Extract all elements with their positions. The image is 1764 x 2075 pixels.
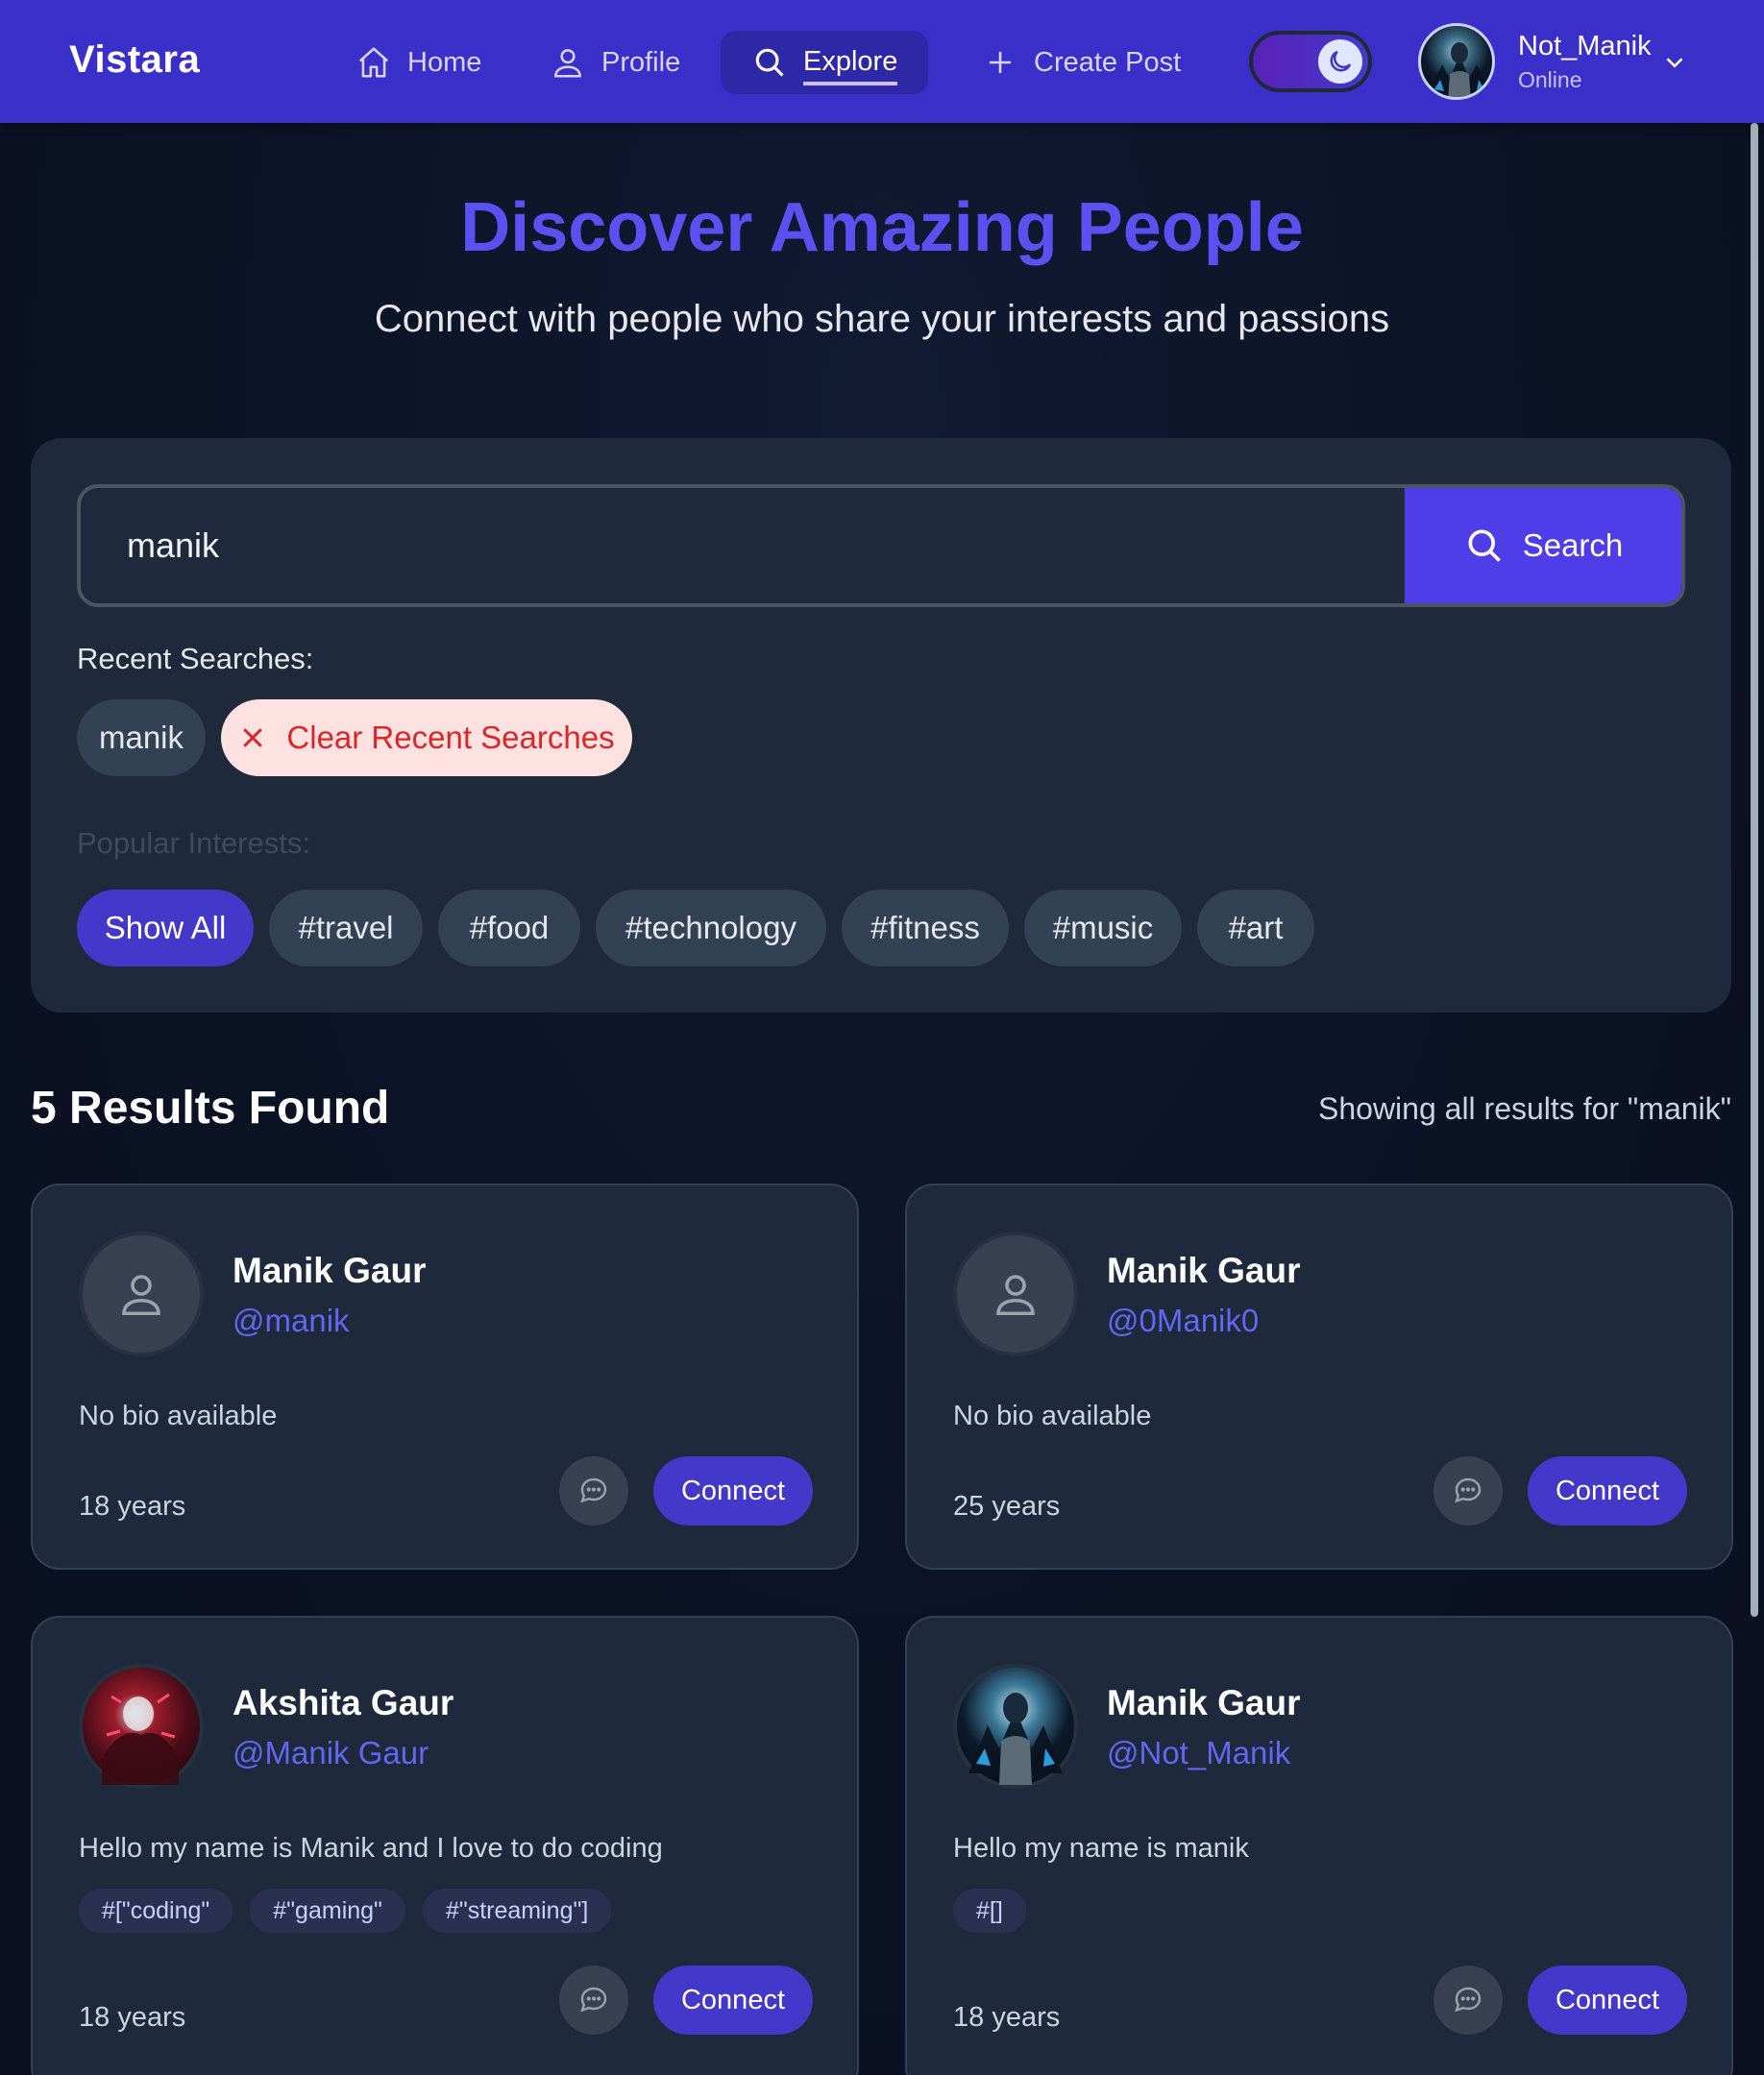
scrollbar[interactable]	[1751, 123, 1758, 1617]
user-avatar[interactable]	[1418, 23, 1495, 100]
avatar-photo	[102, 1693, 179, 1785]
user-name[interactable]: Not_Manik	[1518, 31, 1652, 62]
user-card[interactable]: Akshita Gaur @Manik Gaur Hello my name i…	[31, 1616, 859, 2075]
message-icon	[1455, 1987, 1482, 2013]
interest-chip-food[interactable]: #food	[438, 890, 580, 966]
user-avatar-image	[1429, 42, 1490, 97]
user-card-tags: #["coding" #"gaming" #"streaming"]	[79, 1889, 612, 1933]
user-card-name[interactable]: Manik Gaur	[1107, 1683, 1301, 1723]
user-card-name[interactable]: Akshita Gaur	[233, 1683, 453, 1723]
user-card-name[interactable]: Manik Gaur	[233, 1251, 427, 1291]
chevron-down-icon[interactable]	[1660, 48, 1689, 77]
user-card-age: 25 years	[953, 1491, 1061, 1522]
search-icon	[755, 48, 784, 77]
user-card[interactable]: Manik Gaur @0Manik0 No bio available 25 …	[905, 1184, 1733, 1570]
user-icon	[554, 49, 581, 78]
user-card[interactable]: Manik Gaur @manik No bio available 18 ye…	[31, 1184, 859, 1570]
home-icon	[358, 47, 389, 78]
avatar	[957, 1668, 1074, 1785]
interest-chip-travel[interactable]: #travel	[269, 890, 423, 966]
message-button[interactable]	[1433, 1965, 1503, 2035]
message-icon	[580, 1987, 607, 2013]
page-subtitle: Connect with people who share your inter…	[374, 298, 1390, 340]
results-note: Showing all results for "manik"	[1318, 1091, 1731, 1126]
avatar-photo	[968, 1693, 1063, 1785]
search-button-label: Search	[1522, 527, 1624, 563]
user-card-handle[interactable]: @manik	[233, 1303, 350, 1339]
search-icon	[1468, 529, 1501, 562]
nav-create-post-label: Create Post	[1034, 46, 1182, 78]
user-card[interactable]: Manik Gaur @Not_Manik Hello my name is m…	[905, 1616, 1733, 2075]
search-box: Search	[77, 484, 1685, 607]
moon-icon	[1330, 50, 1352, 72]
avatar	[957, 1235, 1074, 1353]
nav-home[interactable]: Home	[325, 31, 512, 94]
message-icon	[580, 1477, 607, 1503]
connect-button[interactable]: Connect	[1528, 1965, 1687, 2035]
connect-button[interactable]: Connect	[653, 1965, 813, 2035]
popular-interests-label: Popular Interests:	[77, 826, 310, 860]
recent-search-chip[interactable]: manik	[77, 699, 206, 776]
message-button[interactable]	[559, 1965, 628, 2035]
dark-mode-toggle[interactable]	[1249, 31, 1372, 92]
interest-chip-art[interactable]: #art	[1197, 890, 1314, 966]
interest-chip-fitness[interactable]: #fitness	[842, 890, 1009, 966]
search-panel: Search Recent Searches: manik Clear Rece…	[31, 438, 1731, 1013]
default-avatar-icon	[996, 1275, 1035, 1316]
message-icon	[1455, 1477, 1482, 1503]
user-status: Online	[1518, 67, 1582, 92]
interest-tag[interactable]: #["coding"	[79, 1889, 233, 1933]
interest-tag[interactable]: #[]	[953, 1889, 1026, 1933]
clear-recent-label: Clear Recent Searches	[286, 720, 615, 755]
close-icon	[243, 728, 263, 747]
interest-chip-technology[interactable]: #technology	[596, 890, 826, 966]
nav-explore[interactable]: Explore	[721, 31, 929, 94]
toggle-knob	[1318, 39, 1362, 84]
top-navbar: Vistara Home Profile Explore Create Post	[0, 0, 1764, 123]
explore-page: Vistara Home Profile Explore Create Post	[0, 0, 1764, 2075]
user-card-bio: Hello my name is Manik and I love to do …	[79, 1833, 663, 1864]
user-card-bio: No bio available	[953, 1401, 1152, 1431]
user-card-handle[interactable]: @Not_Manik	[1107, 1735, 1290, 1771]
nav-profile[interactable]: Profile	[519, 31, 711, 94]
interest-chip-show-all[interactable]: Show All	[77, 890, 254, 966]
brand-logo[interactable]: Vistara	[69, 38, 200, 82]
interest-tag[interactable]: #"streaming"]	[422, 1889, 612, 1933]
user-card-age: 18 years	[953, 2002, 1061, 2033]
search-input[interactable]	[81, 488, 1409, 603]
nav-create-post[interactable]: Create Post	[951, 31, 1212, 94]
page-title: Discover Amazing People	[460, 189, 1304, 266]
plus-icon	[989, 51, 1012, 74]
interest-tag[interactable]: #"gaming"	[250, 1889, 405, 1933]
user-card-handle[interactable]: @0Manik0	[1107, 1303, 1259, 1339]
connect-button[interactable]: Connect	[1528, 1456, 1687, 1526]
default-avatar-icon	[122, 1275, 160, 1316]
user-card-name[interactable]: Manik Gaur	[1107, 1251, 1301, 1291]
message-button[interactable]	[559, 1456, 628, 1526]
user-card-bio: No bio available	[79, 1401, 278, 1431]
message-button[interactable]	[1433, 1456, 1503, 1526]
user-card-tags: #[]	[953, 1889, 1026, 1933]
user-card-age: 18 years	[79, 1491, 186, 1522]
interest-chip-music[interactable]: #music	[1024, 890, 1182, 966]
avatar	[83, 1668, 200, 1785]
search-button[interactable]: Search	[1405, 488, 1681, 603]
nav-profile-label: Profile	[601, 46, 681, 78]
user-card-handle[interactable]: @Manik Gaur	[233, 1735, 429, 1771]
nav-explore-label: Explore	[803, 46, 898, 85]
clear-recent-searches-button[interactable]: Clear Recent Searches	[221, 699, 632, 776]
connect-button[interactable]: Connect	[653, 1456, 813, 1526]
user-card-age: 18 years	[79, 2002, 186, 2033]
avatar	[83, 1235, 200, 1353]
nav-home-label: Home	[407, 46, 482, 78]
user-card-bio: Hello my name is manik	[953, 1833, 1249, 1864]
recent-searches-label: Recent Searches:	[77, 642, 314, 675]
results-count: 5 Results Found	[31, 1083, 390, 1134]
